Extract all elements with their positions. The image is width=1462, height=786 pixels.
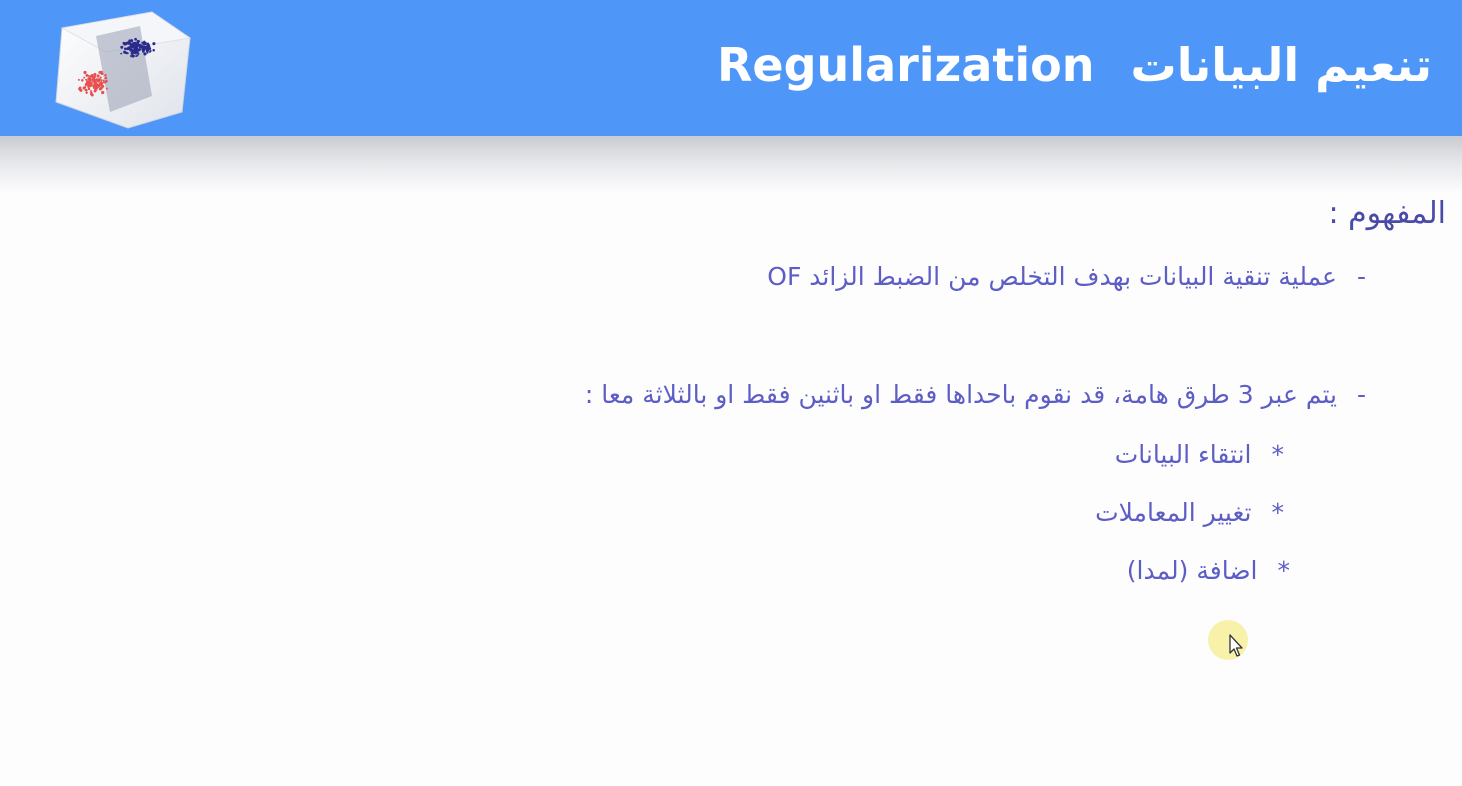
concept-heading: المفهوم : (1328, 196, 1446, 231)
dash-marker: - (1356, 262, 1366, 291)
bullet-star: * (1271, 440, 1285, 469)
bullet-star: * (1271, 498, 1285, 527)
definition-line: -عملية تنقية البيانات بهدف التخلص من الض… (767, 262, 1366, 291)
dash-marker: - (1356, 380, 1366, 409)
bullet-text-change-parameters: تغيير المعاملات (1095, 498, 1252, 527)
methods-line: -يتم عبر 3 طرق هامة، قد نقوم باحداها فقط… (585, 380, 1366, 409)
definition-text: عملية تنقية البيانات بهدف التخلص من الضب… (767, 262, 1337, 291)
mouse-cursor-icon (1208, 620, 1248, 660)
methods-text: يتم عبر 3 طرق هامة، قد نقوم باحداها فقط … (584, 380, 1337, 409)
bullet-text-add-lambda: اضافة (لمدا) (1126, 556, 1258, 585)
list-item: * تغيير المعاملات (1095, 498, 1284, 527)
bullet-star: * (1277, 556, 1291, 585)
list-item: * انتقاء البيانات (1115, 440, 1284, 469)
list-item: * اضافة (لمدا) (1127, 556, 1290, 585)
bullet-text-data-selection: انتقاء البيانات (1114, 440, 1252, 469)
slide-body: المفهوم : -عملية تنقية البيانات بهدف الت… (0, 0, 1462, 786)
